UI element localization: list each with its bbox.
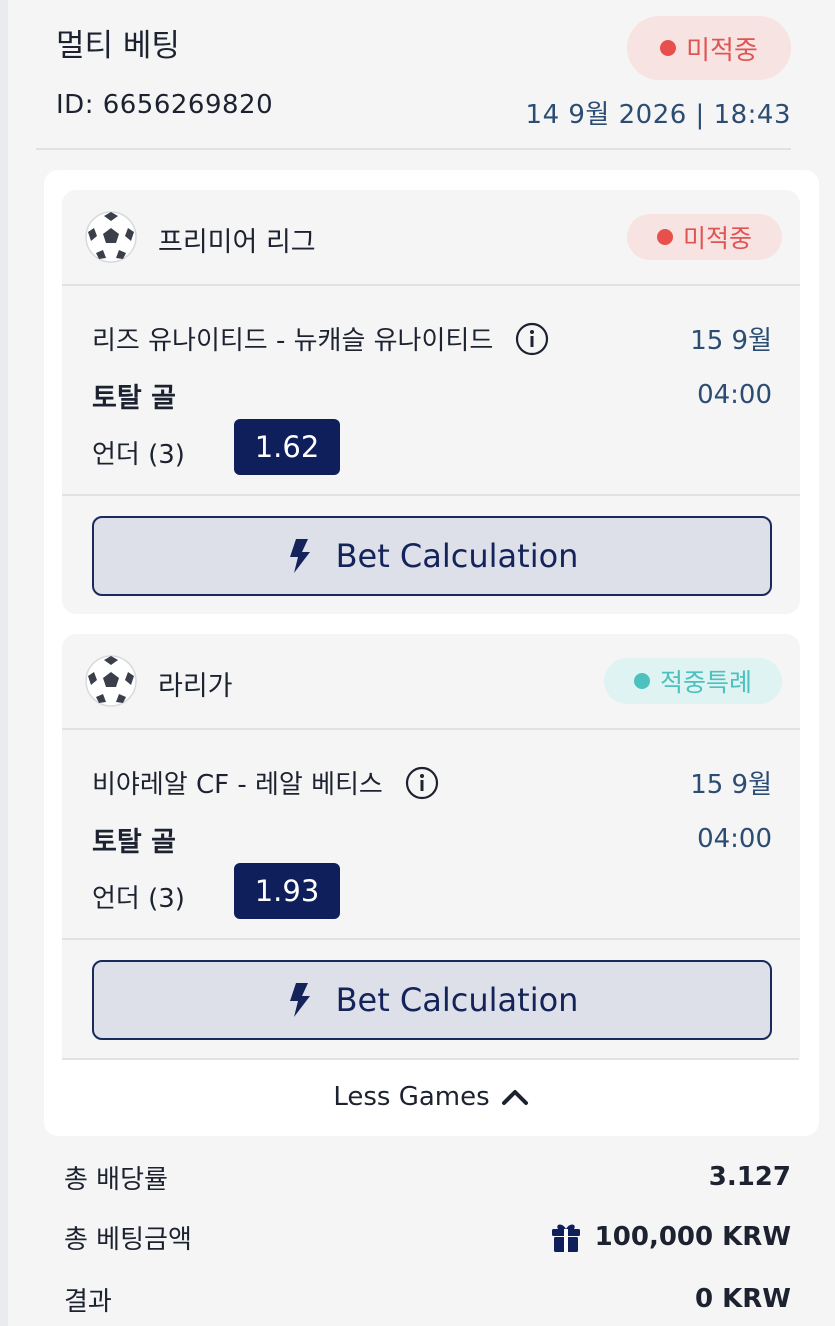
less-games-button[interactable]: Less Games xyxy=(44,1082,819,1112)
game-status-badge: 적중특례 xyxy=(603,658,782,704)
match-date: 15 9월 xyxy=(690,770,772,800)
total-stake-label: 총 베팅금액 xyxy=(64,1224,192,1255)
match-teams: 비야레알 CF - 레알 베티스 xyxy=(92,770,383,800)
bet-id: ID: 6656269820 xyxy=(56,90,274,120)
total-odds-label: 총 배당률 xyxy=(64,1164,168,1195)
match-time: 04:00 xyxy=(697,380,772,410)
odds-badge: 1.62 xyxy=(234,419,340,475)
chevron-up-icon xyxy=(501,1090,528,1105)
match-row: 리즈 유나이티드 - 뉴캐슬 유나이티드 xyxy=(92,320,549,357)
game-card: 라리가 적중특례 비야레알 CF - 레알 베티스 15 9월 04:00 토탈… xyxy=(62,634,800,1058)
match-date: 15 9월 xyxy=(690,326,772,356)
bet-header: 멀티 베팅 ID: 6656269820 미적중 14 9월 2026 | 18… xyxy=(36,0,791,150)
total-stake-value: 100,000 KRW xyxy=(594,1222,791,1252)
bet-calculation-label: Bet Calculation xyxy=(335,537,579,575)
league-name: 프리미어 리그 xyxy=(158,227,316,258)
bet-title: 멀티 베팅 xyxy=(56,28,180,64)
match-row: 비야레알 CF - 레알 베티스 xyxy=(92,764,439,801)
game-status-text: 미적중 xyxy=(682,224,752,253)
bet-card: 멀티 베팅 ID: 6656269820 미적중 14 9월 2026 | 18… xyxy=(8,0,835,1326)
total-stake: 100,000 KRW xyxy=(549,1220,791,1254)
less-games-label: Less Games xyxy=(333,1082,490,1112)
selection-name: 언더 (3) xyxy=(92,440,185,470)
total-stake-row: 총 베팅금액 100,000 KRW xyxy=(64,1212,791,1262)
total-odds-value: 3.127 xyxy=(708,1162,791,1192)
divider xyxy=(62,938,800,940)
bet-datetime: 14 9월 2026 | 18:43 xyxy=(525,100,791,130)
result-value: 0 KRW xyxy=(695,1284,791,1314)
game-status-badge: 미적중 xyxy=(626,214,782,260)
divider xyxy=(62,494,800,496)
bet-calculation-button[interactable]: Bet Calculation xyxy=(92,960,772,1040)
gift-icon xyxy=(551,1224,580,1252)
lightning-icon xyxy=(289,983,310,1017)
odds-badge: 1.93 xyxy=(234,863,340,919)
bet-status-badge: 미적중 xyxy=(627,16,791,80)
games-panel: 프리미어 리그 미적중 리즈 유나이티드 - 뉴캐슬 유나이티드 15 9월 0… xyxy=(44,170,819,1136)
status-dot-icon xyxy=(633,673,650,689)
soccer-ball-icon xyxy=(85,211,137,263)
bet-calculation-label: Bet Calculation xyxy=(335,981,579,1019)
bet-calculation-button[interactable]: Bet Calculation xyxy=(92,516,772,596)
result-label: 결과 xyxy=(64,1286,112,1317)
selection-name: 언더 (3) xyxy=(92,884,185,914)
game-header: 라리가 적중특례 xyxy=(62,634,800,730)
market-name: 토탈 골 xyxy=(92,383,176,414)
lightning-icon xyxy=(289,539,310,573)
info-icon[interactable] xyxy=(515,322,549,356)
status-dot-icon xyxy=(656,229,673,245)
result-row: 결과 0 KRW xyxy=(64,1274,791,1324)
game-card: 프리미어 리그 미적중 리즈 유나이티드 - 뉴캐슬 유나이티드 15 9월 0… xyxy=(62,190,800,614)
bet-status-text: 미적중 xyxy=(686,35,758,66)
market-name: 토탈 골 xyxy=(92,827,176,858)
info-icon[interactable] xyxy=(405,766,439,800)
soccer-ball-icon xyxy=(85,655,137,707)
league-name: 라리가 xyxy=(158,671,233,702)
match-teams: 리즈 유나이티드 - 뉴캐슬 유나이티드 xyxy=(92,326,494,356)
status-dot-icon xyxy=(660,40,677,56)
divider xyxy=(62,1058,799,1060)
total-odds-row: 총 배당률 3.127 xyxy=(64,1152,791,1202)
match-time: 04:00 xyxy=(697,824,772,854)
game-header: 프리미어 리그 미적중 xyxy=(62,190,800,286)
game-status-text: 적중특례 xyxy=(659,668,752,697)
